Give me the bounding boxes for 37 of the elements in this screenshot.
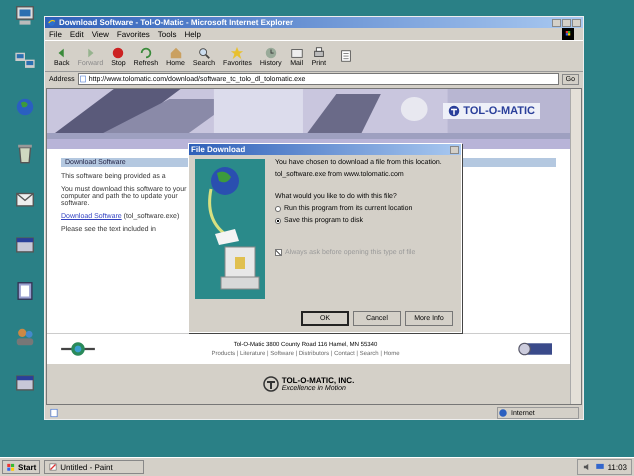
home-icon (168, 46, 183, 60)
menu-item[interactable]: Help (184, 30, 201, 38)
stop-icon (111, 46, 126, 60)
document-icon[interactable] (339, 49, 354, 63)
monitor-icon[interactable] (594, 462, 605, 472)
menu-item[interactable]: Favorites (116, 30, 150, 38)
company-name: TOL-O-MATIC, INC. (282, 376, 354, 385)
scroll-bar[interactable] (570, 89, 581, 404)
logo-text: TOL-O-MATIC (463, 105, 535, 117)
page-icon (78, 75, 87, 83)
menu-item[interactable]: Edit (70, 30, 84, 38)
close-button[interactable] (572, 18, 581, 26)
minimize-button[interactable] (552, 18, 561, 26)
t-logo-icon (262, 376, 279, 392)
taskbar-button[interactable]: Untitled - Paint (44, 460, 144, 474)
t-logo-icon (448, 105, 460, 117)
menu-item[interactable]: Tools (158, 30, 176, 38)
printer-icon (312, 46, 326, 60)
search-icon (196, 46, 211, 60)
start-button[interactable]: Start (2, 460, 40, 474)
close-button[interactable] (450, 146, 459, 154)
maximize-button[interactable] (562, 18, 571, 26)
window-title: Download Software - Tol-O-Matic - Microsoft Internet Explorer (59, 18, 294, 27)
menu-item[interactable]: File (49, 30, 62, 38)
globe-logo-icon (61, 340, 95, 358)
star-icon (230, 46, 244, 60)
computer-icon[interactable] (14, 4, 36, 26)
globe-icon (498, 408, 508, 418)
menu-item[interactable]: View (92, 30, 109, 38)
windows-logo-icon (6, 462, 16, 472)
dialog-title: File Download (191, 145, 246, 154)
browser-icon (47, 18, 56, 27)
paint-icon (48, 462, 58, 472)
clock: 11:03 (608, 462, 627, 472)
clock-icon (264, 46, 278, 60)
refresh-icon (138, 46, 153, 60)
page-icon (49, 408, 59, 418)
